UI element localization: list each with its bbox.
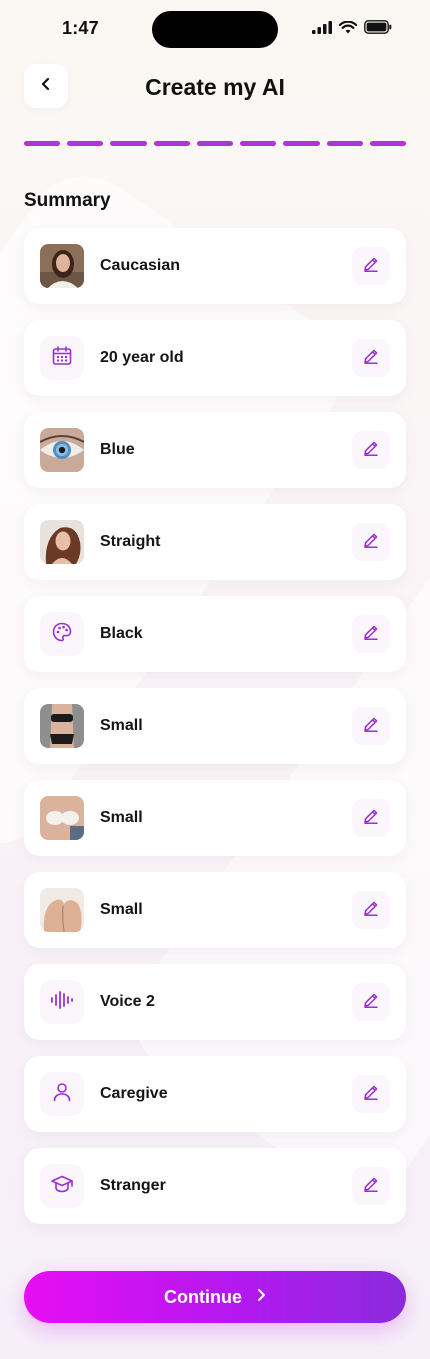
- butt-size-photo: [40, 888, 84, 932]
- summary-item-butt-size[interactable]: Small: [24, 872, 406, 948]
- summary-item-hair-style[interactable]: Straight: [24, 504, 406, 580]
- edit-button[interactable]: [352, 523, 390, 561]
- icon-box: [40, 1164, 84, 1208]
- summary-item-label: Voice 2: [100, 993, 155, 1010]
- breast-size-photo: [40, 796, 84, 840]
- person-icon: [51, 1081, 73, 1108]
- pencil-icon: [362, 807, 380, 830]
- edit-button[interactable]: [352, 431, 390, 469]
- progress-segment: [110, 141, 147, 146]
- icon-box: [40, 980, 84, 1024]
- wifi-icon: [339, 20, 357, 34]
- calendar-icon: [51, 345, 73, 372]
- edit-button[interactable]: [352, 1167, 390, 1205]
- chevron-right-icon: [256, 1288, 266, 1307]
- edit-button[interactable]: [352, 1075, 390, 1113]
- progress-segment: [153, 141, 190, 146]
- pencil-icon: [362, 531, 380, 554]
- progress-segment: [67, 141, 104, 146]
- edit-button[interactable]: [352, 615, 390, 653]
- waveform-icon: [50, 989, 74, 1016]
- pencil-icon: [362, 1175, 380, 1198]
- header: Create my AI: [0, 64, 430, 108]
- summary-item-label: Small: [100, 809, 143, 826]
- continue-button[interactable]: Continue: [24, 1271, 406, 1323]
- summary-item-label: Straight: [100, 533, 161, 550]
- status-time: 1:47: [62, 18, 99, 38]
- summary-item-body-type[interactable]: Small: [24, 688, 406, 764]
- pencil-icon: [362, 623, 380, 646]
- summary-item-label: Caucasian: [100, 257, 181, 274]
- pencil-icon: [362, 255, 380, 278]
- edit-button[interactable]: [352, 983, 390, 1021]
- progress-segment: [240, 141, 277, 146]
- edit-button[interactable]: [352, 247, 390, 285]
- summary-item-eye-color[interactable]: Blue: [24, 412, 406, 488]
- pencil-icon: [362, 1083, 380, 1106]
- summary-item-breast-size[interactable]: Small: [24, 780, 406, 856]
- palette-icon: [51, 621, 73, 648]
- edit-button[interactable]: [352, 339, 390, 377]
- summary-item-hair-color[interactable]: Black: [24, 596, 406, 672]
- progress-segment: [369, 141, 406, 146]
- hair-style-photo: [40, 520, 84, 564]
- ethnicity-photo: [40, 244, 84, 288]
- summary-item-label: Small: [100, 717, 143, 734]
- body-type-photo: [40, 704, 84, 748]
- signal-icon: [312, 20, 332, 34]
- progress-segment: [196, 141, 234, 146]
- pencil-icon: [362, 991, 380, 1014]
- page-title: Create my AI: [145, 74, 285, 100]
- progress-segment: [326, 141, 363, 146]
- continue-label: Continue: [164, 1286, 242, 1307]
- summary-item-label: Black: [100, 625, 143, 642]
- dynamic-island: [152, 11, 278, 48]
- edit-button[interactable]: [352, 799, 390, 837]
- icon-box: [40, 612, 84, 656]
- icon-box: [40, 336, 84, 380]
- summary-item-label: Caregive: [100, 1085, 168, 1102]
- summary-item-label: 20 year old: [100, 349, 184, 366]
- summary-item-label: Small: [100, 901, 143, 918]
- summary-item-relationship[interactable]: Stranger: [24, 1148, 406, 1224]
- graduation-cap-icon: [50, 1173, 74, 1200]
- battery-icon: [364, 20, 392, 34]
- edit-button[interactable]: [352, 707, 390, 745]
- pencil-icon: [362, 347, 380, 370]
- summary-item-voice[interactable]: Voice 2: [24, 964, 406, 1040]
- icon-box: [40, 1072, 84, 1116]
- pencil-icon: [362, 899, 380, 922]
- summary-item-label: Blue: [100, 441, 135, 458]
- edit-button[interactable]: [352, 891, 390, 929]
- status-icons: [312, 20, 392, 34]
- pencil-icon: [362, 439, 380, 462]
- progress-bar: [24, 141, 406, 146]
- summary-title: Summary: [24, 190, 111, 211]
- progress-segment: [283, 141, 320, 146]
- summary-item-ethnicity[interactable]: Caucasian: [24, 228, 406, 304]
- pencil-icon: [362, 715, 380, 738]
- summary-item-age[interactable]: 20 year old: [24, 320, 406, 396]
- summary-item-label: Stranger: [100, 1177, 166, 1194]
- progress-segment: [24, 141, 61, 146]
- status-bar: 1:47: [0, 0, 430, 56]
- eye-color-photo: [40, 428, 84, 472]
- summary-item-personality[interactable]: Caregive: [24, 1056, 406, 1132]
